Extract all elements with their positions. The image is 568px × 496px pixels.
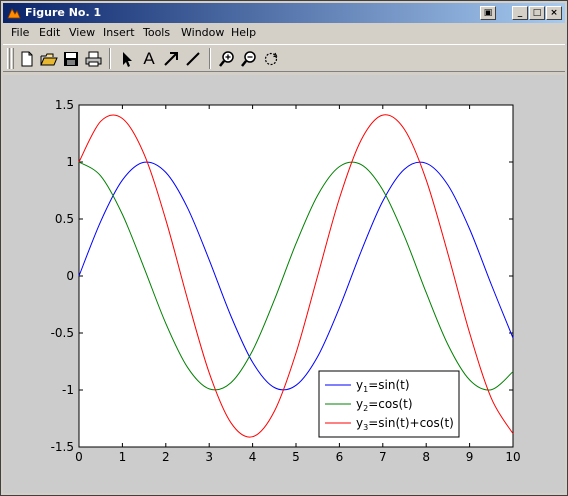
figure-window: Figure No. 1 ▣ _ □ × File Edit View Inse… [0,0,568,496]
x-tick-label: 1 [119,450,127,464]
select-arrow-icon[interactable] [117,49,137,69]
x-tick-label: 0 [75,450,83,464]
print-icon[interactable] [83,49,103,69]
help-button[interactable]: ▣ [480,6,496,20]
new-file-icon[interactable] [17,49,37,69]
x-tick-label: 3 [205,450,213,464]
figure-canvas: 0 1 2 3 4 5 6 7 8 9 10 -1.5 -1 -0.5 0 0.5 1 1.5 y1=sin(t) y… [3,75,565,493]
menu-insert[interactable]: Insert [103,26,135,39]
open-folder-icon[interactable] [39,49,59,69]
menu-window[interactable]: Window [181,26,224,39]
toolbar-separator [109,48,111,69]
insert-line-icon[interactable] [183,49,203,69]
y-tick-label: 0.5 [55,212,74,226]
menu-bar: File Edit View Insert Tools Window Help [3,24,565,42]
menu-file[interactable]: File [11,26,29,39]
rotate-icon[interactable] [261,49,281,69]
x-tick-label: 8 [422,450,430,464]
x-tick-label: 7 [379,450,387,464]
legend-label-3: y3=sin(t)+cos(t) [356,416,454,432]
x-tick-label: 9 [466,450,474,464]
insert-text-icon[interactable]: A [139,49,159,69]
insert-arrow-icon[interactable] [161,49,181,69]
save-icon[interactable] [61,49,81,69]
y-tick-label: -1.5 [51,440,74,454]
menu-view[interactable]: View [69,26,95,39]
minimize-button[interactable]: _ [512,6,528,20]
y-tick-label: 1 [66,155,74,169]
maximize-button[interactable]: □ [529,6,545,20]
x-tick-label: 6 [336,450,344,464]
window-title: Figure No. 1 [25,6,102,19]
close-button[interactable]: × [546,6,562,20]
line-chart: 0 1 2 3 4 5 6 7 8 9 10-1.5-1-0.500.511.5y1=sin(t)y… [51,98,521,464]
toolbar: A [3,44,565,72]
toolbar-grip[interactable] [11,48,14,69]
menu-edit[interactable]: Edit [39,26,60,39]
x-tick-label: 5 [292,450,300,464]
menu-help[interactable]: Help [231,26,256,39]
x-tick-label: 2 [162,450,170,464]
toolbar-separator [209,48,211,69]
title-bar[interactable]: Figure No. 1 ▣ _ □ × [3,3,565,23]
y-tick-label: -1 [62,383,74,397]
toolbar-grip[interactable] [7,48,10,69]
x-tick-label: 4 [249,450,257,464]
x-tick-label: 10 [505,450,520,464]
y-tick-label: 1.5 [55,98,74,112]
y-tick-label: 0 [66,269,74,283]
menu-tools[interactable]: Tools [143,26,170,39]
matlab-logo-icon [7,8,21,19]
zoom-out-icon[interactable] [239,49,259,69]
zoom-in-icon[interactable] [217,49,237,69]
y-tick-label: -0.5 [51,326,74,340]
